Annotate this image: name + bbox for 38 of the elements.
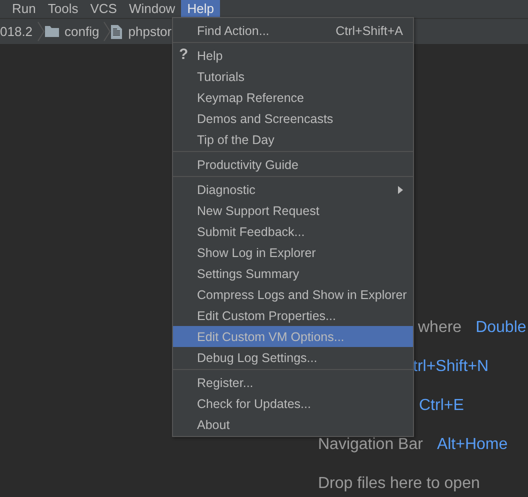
menu-item[interactable]: Demos and Screencasts [173,108,413,129]
menu-bar-item[interactable]: VCS [84,0,123,18]
breadcrumb-item[interactable]: 018.2 [0,24,33,39]
shortcut-text: Ctrl+E [419,397,464,415]
breadcrumb-item[interactable]: config [64,24,100,39]
menu-item[interactable]: Diagnostic [173,179,413,200]
shortcut-text: Double [476,319,526,337]
menu-item[interactable]: Register... [173,372,413,393]
menu-item[interactable]: Settings Summary [173,263,413,284]
shortcut-text: trl+Shift+N [413,358,489,376]
menu-bar-item[interactable]: Tools [42,0,84,18]
menu-bar-item[interactable]: Help [181,0,220,18]
menu-item[interactable]: Compress Logs and Show in Explorer [173,284,413,305]
menu-item[interactable]: Edit Custom Properties... [173,305,413,326]
menu-item[interactable]: New Support Request [173,200,413,221]
hint-text: where [418,319,462,337]
hint-text: Navigation Bar [318,436,423,454]
breadcrumb-item[interactable]: phpstor [128,24,172,39]
menu-item[interactable]: Find Action... Ctrl+Shift+A [173,20,413,41]
menu-item[interactable]: Tutorials [173,66,413,87]
menu-bar-item[interactable]: Window [122,0,182,18]
menu-item[interactable]: Show Log in Explorer [173,242,413,263]
folder-icon [44,26,59,37]
menu-item[interactable]: Productivity Guide [173,154,413,175]
chevron-icon [103,19,112,44]
menu-item[interactable]: Tip of the Day [173,129,413,150]
menu-item[interactable]: Keymap Reference [173,87,413,108]
menu-bar-item[interactable]: Run [6,0,42,18]
help-icon: ? [179,46,188,63]
menu-item[interactable]: Check for Updates... [173,393,413,414]
file-icon [111,24,122,38]
hint-text: Drop files here to open [318,475,480,493]
menu-item[interactable]: Debug Log Settings... [173,347,413,368]
menu-item[interactable]: ? Help [173,45,413,66]
chevron-icon [36,19,45,44]
shortcut-text: Alt+Home [436,436,508,454]
menu-item[interactable]: Submit Feedback... [173,221,413,242]
menu-item[interactable]: About [173,414,413,435]
